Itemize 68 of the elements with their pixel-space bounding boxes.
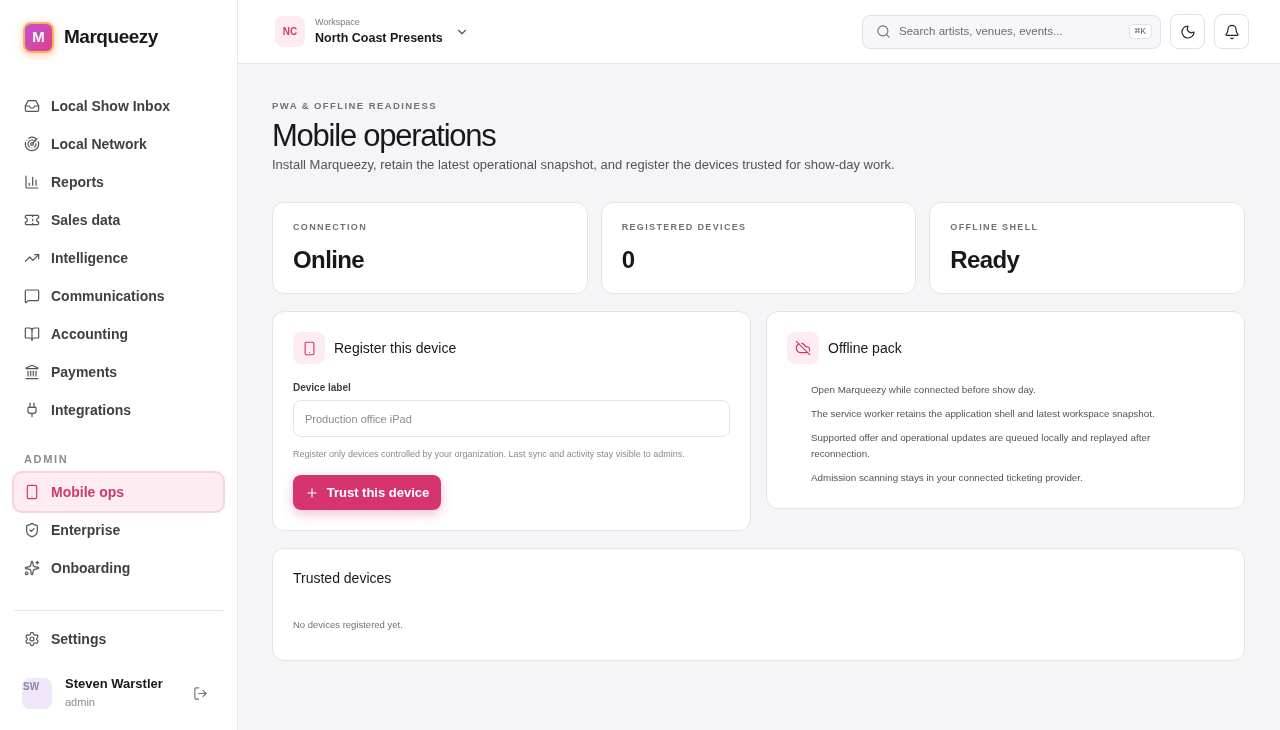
page-title: Mobile operations xyxy=(272,118,497,154)
settings-icon xyxy=(24,631,40,647)
cloud-off-icon xyxy=(787,332,819,364)
card-title: Offline pack xyxy=(828,338,902,358)
sidebar-item[interactable]: Integrations xyxy=(14,391,223,429)
card-title: Trusted devices xyxy=(293,569,393,588)
sidebar-item[interactable]: Enterprise xyxy=(14,511,223,549)
page-eyebrow: PWA & OFFLINE READINESS xyxy=(272,100,438,112)
list-item: Admission scanning stays in your connected ticketing provider. xyxy=(811,471,1084,485)
ticket-icon xyxy=(24,212,40,228)
inbox-icon xyxy=(24,98,40,114)
open-book-icon xyxy=(24,326,40,342)
brand-name: Marqueezy xyxy=(64,24,158,49)
plus-icon xyxy=(304,485,319,500)
sidebar-item[interactable]: Intelligence xyxy=(14,239,223,277)
user-name: Steven Warstler xyxy=(65,676,163,692)
sidebar-item[interactable]: Sales data xyxy=(14,201,223,239)
workspace-avatar: NC xyxy=(275,16,305,47)
search-placeholder: Search artists, venues, events... xyxy=(899,23,1063,39)
empty-state-text: No devices registered yet. xyxy=(293,619,404,631)
sidebar-item[interactable]: Accounting xyxy=(14,315,223,353)
sidebar-item[interactable]: Local Network xyxy=(14,125,223,163)
workspace-switcher[interactable]: NC Workspace North Coast Presents xyxy=(275,16,469,47)
stat-label: OFFLINE SHELL xyxy=(950,222,1040,232)
search-icon xyxy=(876,24,891,39)
list-item: Supported offer and operational updates are queued locally and replayed after reconnection. xyxy=(811,431,1152,461)
list-item: The service worker retains the application shell and latest workspace snapshot. xyxy=(811,407,1156,421)
radar-icon xyxy=(24,136,40,152)
workspace-name: North Coast Presents xyxy=(315,30,443,46)
page-description: Install Marqueezy, retain the latest operational snapshot, and register the devices trusted for show-day work. xyxy=(272,156,896,174)
workspace-caption: Workspace xyxy=(315,17,361,28)
list-item: Open Marqueezy while connected before show day. xyxy=(811,383,1037,397)
shortcut-key: ⌘K xyxy=(1128,23,1152,40)
sidebar-item[interactable]: Onboarding xyxy=(14,549,223,587)
notifications-button[interactable] xyxy=(1214,14,1249,49)
sidebar-item[interactable]: Communications xyxy=(14,277,223,315)
moon-icon xyxy=(1179,23,1196,40)
logout-icon xyxy=(193,685,208,701)
device-label-input[interactable]: Production office iPad xyxy=(293,400,730,437)
bar-chart-icon xyxy=(24,174,40,190)
section-heading: ADMIN xyxy=(24,453,70,465)
stat-label: REGISTERED DEVICES xyxy=(621,222,748,232)
sparkles-icon xyxy=(24,560,40,576)
sidebar-item[interactable]: Mobile ops xyxy=(14,473,223,511)
theme-toggle-button[interactable] xyxy=(1170,14,1205,49)
field-label: Device label xyxy=(293,382,352,394)
bank-icon xyxy=(24,364,40,380)
sidebar-item[interactable]: Payments xyxy=(14,353,223,391)
user-avatar: SW xyxy=(22,677,52,709)
sidebar-item[interactable]: Local Show Inbox xyxy=(14,87,223,125)
stat-value: 0 xyxy=(621,246,636,274)
brand-logo-icon: M xyxy=(23,21,54,53)
help-text: Register only devices controlled by your organization. Last sync and activity stay visible to admins. xyxy=(293,448,686,460)
card-title: Register this device xyxy=(334,338,457,358)
phone-icon xyxy=(293,332,325,364)
chat-bubble-icon xyxy=(24,288,40,304)
bell-icon xyxy=(1223,23,1240,40)
sidebar-item[interactable]: Reports xyxy=(14,163,223,201)
stat-label: CONNECTION xyxy=(293,222,368,232)
shield-check-icon xyxy=(24,522,40,538)
plug-icon xyxy=(24,402,40,418)
trust-device-button[interactable]: Trust this device xyxy=(293,475,441,510)
user-role: admin xyxy=(65,695,96,710)
stat-value: Ready xyxy=(950,246,1021,274)
sidebar-item[interactable]: Settings xyxy=(14,620,223,658)
phone-icon xyxy=(24,484,40,500)
search-field[interactable]: Search artists, venues, events... ⌘K xyxy=(862,14,1161,49)
stat-value: Online xyxy=(293,246,366,274)
